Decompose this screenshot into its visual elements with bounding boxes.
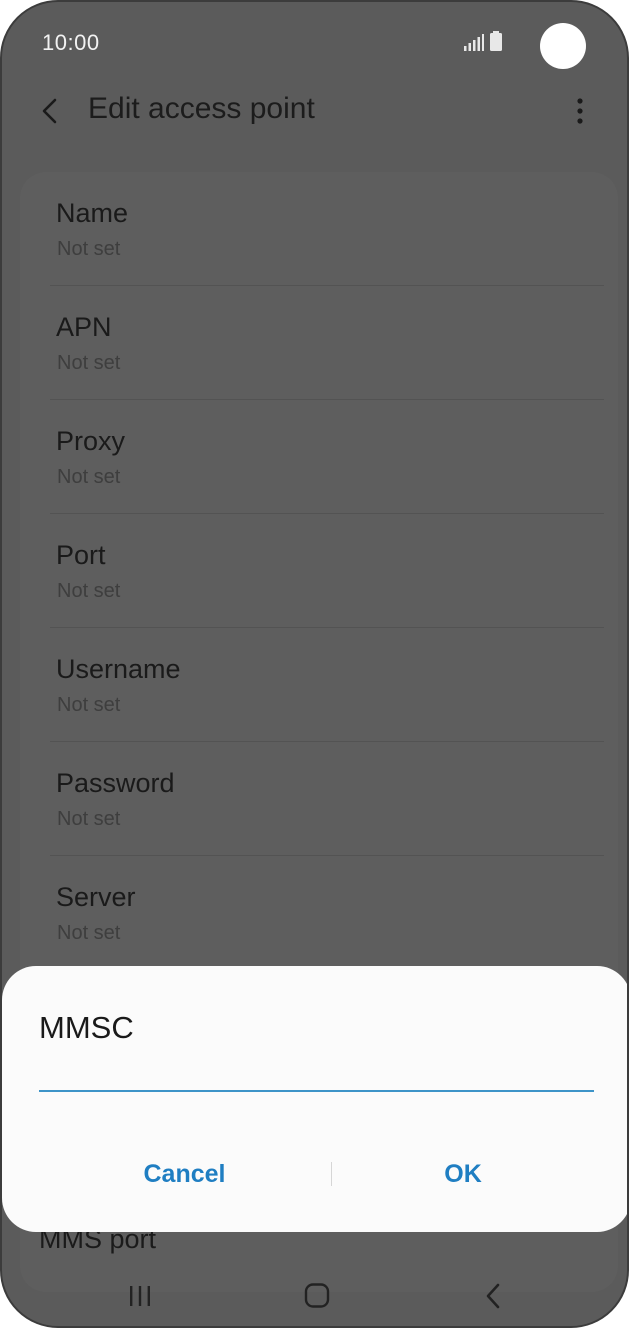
dialog-title: MMSC bbox=[39, 1010, 134, 1045]
setting-value: Not set bbox=[57, 238, 121, 260]
setting-title: APN bbox=[56, 312, 112, 342]
setting-title: Server bbox=[56, 882, 136, 912]
setting-item-password[interactable]: Password Not set bbox=[38, 742, 604, 856]
ok-button[interactable]: OK bbox=[332, 1152, 594, 1196]
phone-screen: 10:00 Edit access point Name Not set APN… bbox=[0, 0, 629, 1328]
mmsc-input[interactable] bbox=[39, 1058, 594, 1092]
back-arrow-icon[interactable] bbox=[38, 96, 62, 126]
setting-title: Port bbox=[56, 540, 106, 570]
setting-value: Not set bbox=[57, 922, 121, 944]
battery-icon bbox=[490, 31, 502, 51]
setting-title: Password bbox=[56, 768, 175, 798]
setting-value: Not set bbox=[57, 694, 121, 716]
status-time: 10:00 bbox=[42, 30, 100, 55]
setting-title: Name bbox=[56, 198, 129, 228]
setting-value: Not set bbox=[57, 808, 121, 830]
home-icon[interactable] bbox=[297, 1280, 337, 1312]
setting-item-apn[interactable]: APN Not set bbox=[38, 286, 604, 400]
setting-value: Not set bbox=[57, 466, 121, 488]
setting-item-proxy[interactable]: Proxy Not set bbox=[38, 400, 604, 514]
back-icon[interactable] bbox=[473, 1280, 513, 1312]
setting-title: Username bbox=[56, 654, 181, 684]
page-title: Edit access point bbox=[88, 92, 315, 125]
setting-title: Proxy bbox=[56, 426, 126, 456]
camera-cutout bbox=[540, 23, 586, 69]
setting-value: Not set bbox=[57, 580, 121, 602]
signal-icon bbox=[464, 34, 484, 51]
app-bar: Edit access point bbox=[2, 82, 627, 142]
status-bar: 10:00 bbox=[2, 2, 627, 82]
recents-icon[interactable] bbox=[120, 1280, 160, 1312]
mmsc-dialog: MMSC Cancel OK bbox=[2, 966, 627, 1232]
setting-item-server[interactable]: Server Not set bbox=[38, 856, 604, 970]
setting-item-name[interactable]: Name Not set bbox=[38, 172, 604, 286]
navigation-bar bbox=[2, 1264, 627, 1326]
setting-item-port[interactable]: Port Not set bbox=[38, 514, 604, 628]
setting-value: Not set bbox=[57, 352, 121, 374]
dialog-buttons: Cancel OK bbox=[2, 1152, 627, 1196]
more-options-icon[interactable] bbox=[568, 96, 592, 126]
setting-item-username[interactable]: Username Not set bbox=[38, 628, 604, 742]
cancel-button[interactable]: Cancel bbox=[42, 1152, 327, 1196]
